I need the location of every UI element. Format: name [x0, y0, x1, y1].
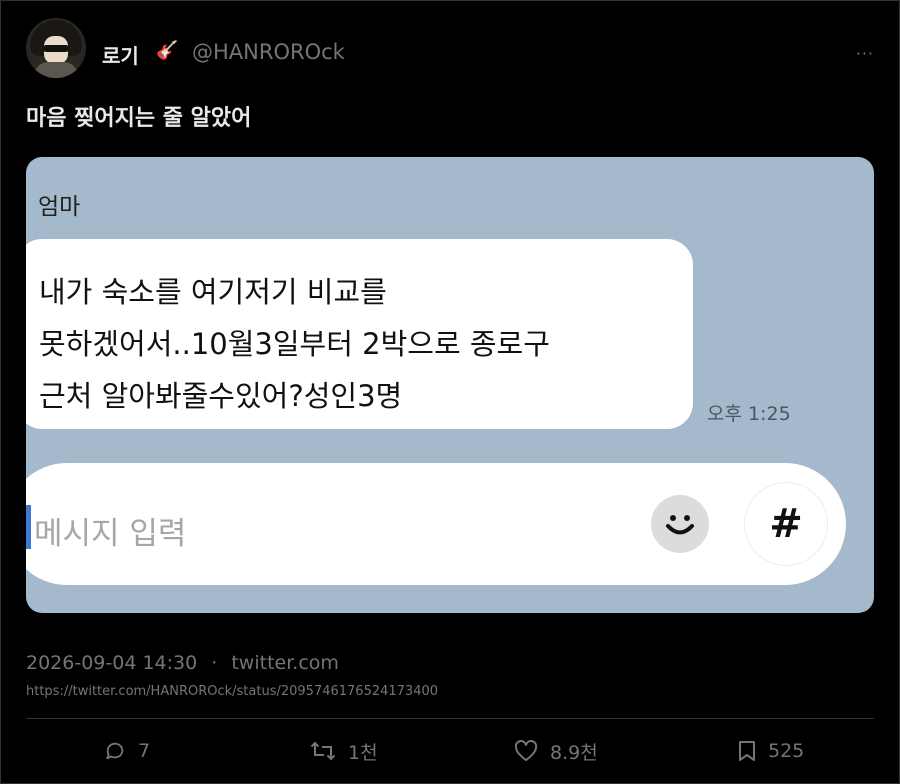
tweet-datetime[interactable]: 2026-09-04 14:30	[26, 652, 197, 674]
reply-icon	[106, 742, 124, 760]
like-button[interactable]: 8.9천	[514, 738, 598, 764]
author-handle[interactable]: @HANROROck	[192, 40, 345, 64]
bookmark-count: 525	[768, 740, 805, 762]
avatar-sunglasses	[43, 45, 69, 52]
divider	[26, 718, 874, 719]
message-input-bar: 메시지 입력 #	[26, 463, 846, 585]
retweet-button[interactable]: 1천	[310, 738, 378, 764]
author-name[interactable]: 로기	[102, 40, 139, 69]
tweet-meta: 2026-09-04 14:30 · twitter.com	[26, 652, 339, 674]
retweet-count: 1천	[348, 741, 378, 764]
chat-sender-name: 엄마	[38, 194, 81, 220]
guitar-icon: 🎸	[156, 40, 179, 61]
meta-separator: ·	[211, 652, 218, 674]
chat-message-line: 못하겠어서..10월3일부터 2박으로 종로구	[39, 327, 550, 361]
retweet-icon	[310, 741, 336, 761]
chat-timestamp: 오후 1:25	[707, 403, 791, 425]
reply-button[interactable]: 7	[104, 738, 150, 764]
smiley-icon	[651, 495, 709, 553]
avatar-body	[34, 62, 78, 78]
message-input-placeholder: 메시지 입력	[34, 516, 187, 552]
like-count: 8.9천	[550, 741, 598, 764]
more-options-icon[interactable]: ···	[856, 44, 874, 63]
hash-icon: #	[745, 483, 827, 565]
text-caret	[26, 505, 31, 549]
tweet-url[interactable]: https://twitter.com/HANROROck/status/209…	[26, 684, 438, 699]
bookmark-button[interactable]: 525	[738, 738, 804, 764]
bookmark-icon	[739, 741, 755, 761]
smiley-face-icon	[666, 515, 694, 535]
avatar[interactable]	[26, 18, 86, 78]
heart-icon	[514, 740, 538, 761]
chat-bubble: 내가 숙소를 여기저기 비교를 못하겠어서..10월3일부터 2박으로 종로구 …	[26, 239, 693, 429]
chat-message-line: 근처 알아봐줄수있어?성인3명	[39, 379, 403, 413]
tweet-header: 로기 🎸 @HANROROck ···	[26, 18, 874, 80]
tweet-media-image[interactable]: 엄마 내가 숙소를 여기저기 비교를 못하겠어서..10월3일부터 2박으로 종…	[26, 157, 874, 613]
reply-count: 7	[138, 740, 151, 762]
tweet-source[interactable]: twitter.com	[231, 652, 339, 674]
chat-message-line: 내가 숙소를 여기저기 비교를	[39, 275, 387, 309]
tweet-text: 마음 찢어지는 줄 알았어	[26, 106, 252, 131]
